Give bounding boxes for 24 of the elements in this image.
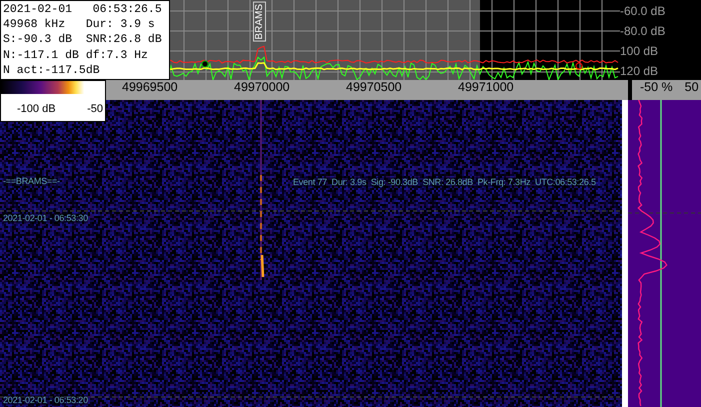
- frequency-label: 49970000: [234, 80, 291, 96]
- station-label: -==BRAMS==-: [3, 176, 60, 186]
- frequency-label: 49969500: [122, 80, 179, 96]
- info-line: 49968 kHz Dur: 3.9 s: [3, 17, 156, 32]
- percent-label: -50 %: [640, 80, 673, 96]
- frequency-label: 49970500: [346, 80, 403, 96]
- db-axis-label: -60.0 dB: [620, 4, 666, 18]
- circle-marker: [576, 62, 582, 70]
- info-line: N act:-117.5dB: [3, 62, 101, 78]
- db-axis-label: 120 dB: [620, 64, 660, 78]
- marker-label: BRAMS: [253, 2, 266, 42]
- percent-label: 50: [684, 80, 699, 96]
- colorbar-label: -50: [87, 103, 103, 115]
- timestamp-label: 2021-02-01 - 06:53:30: [3, 213, 88, 223]
- db-axis-label: 100 dB: [620, 44, 660, 58]
- timestamp-label: 2021-02-01 - 06:53:20: [3, 395, 88, 405]
- db-axis-label: -80.0 dB: [620, 24, 666, 38]
- info-line: N:-117.1 dB df:7.3 Hz: [3, 48, 149, 63]
- info-line: S:-90.3 dB SNR:26.8 dB: [3, 32, 163, 48]
- frequency-label: 49971000: [458, 80, 515, 96]
- colorbar-label: -100 dB: [17, 103, 56, 115]
- event-summary: Event 77 Dur: 3.9s Sig: -90.3dB SNR: 26.8dB Pk-Frq: 7.3Hz UTC:06:53:26.5: [293, 177, 596, 187]
- dot-marker: [202, 60, 208, 68]
- info-line: 2021-02-01 06:53:26.5: [3, 2, 163, 18]
